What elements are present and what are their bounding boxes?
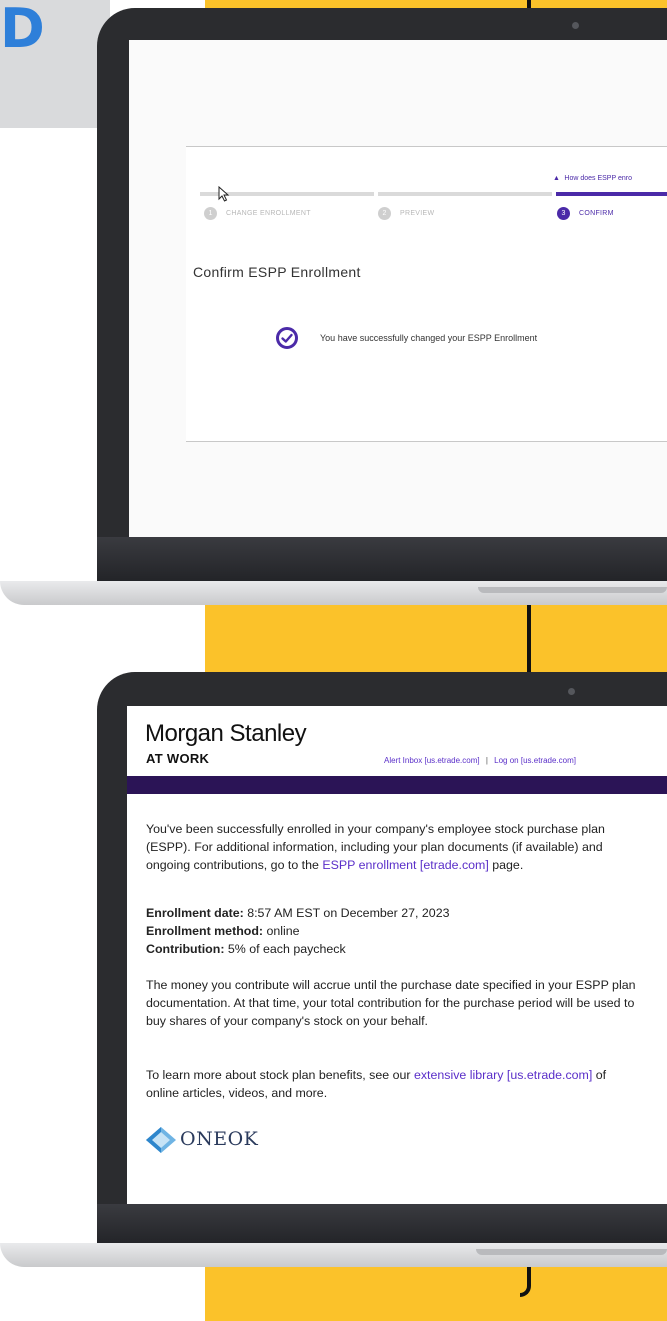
progress-bar-step-3	[556, 192, 667, 196]
mouse-cursor-icon	[218, 186, 230, 202]
step-1-label: CHANGE ENROLLMENT	[226, 210, 311, 217]
graduation-cap-icon: ▲	[553, 175, 560, 182]
step-3-number: 3	[557, 207, 570, 220]
header-link-separator: |	[485, 756, 488, 765]
laptop-base-bottom	[0, 1243, 667, 1267]
header-links: Alert Inbox [us.etrade.com] | Log on [us…	[384, 756, 576, 765]
laptop-chin-bottom	[97, 1204, 667, 1244]
progress-bar-step-2	[378, 192, 552, 196]
company-logo-text: ONEOK	[180, 1128, 259, 1150]
header-band	[127, 776, 667, 794]
espp-enrollment-link[interactable]: ESPP enrollment [etrade.com]	[322, 858, 488, 872]
oneok-diamond-icon	[146, 1127, 176, 1153]
laptop-trackpad-notch	[478, 587, 667, 593]
logon-link[interactable]: Log on [us.etrade.com]	[494, 756, 576, 765]
brand-subtitle: AT WORK	[146, 751, 210, 766]
success-message: You have successfully changed your ESPP …	[320, 333, 538, 343]
laptop-trackpad-notch	[476, 1249, 667, 1255]
camera-icon	[572, 22, 579, 29]
laptop-chin-top	[97, 537, 667, 581]
laptop-base-top	[0, 581, 667, 605]
step-2-label: PREVIEW	[400, 210, 435, 217]
contribution-row: Contribution: 5% of each paycheck	[146, 942, 346, 956]
library-paragraph: To learn more about stock plan benefits,…	[146, 1068, 607, 1100]
yellow-background-middle	[205, 604, 667, 674]
check-circle-icon	[276, 327, 298, 349]
alert-inbox-link[interactable]: Alert Inbox [us.etrade.com]	[384, 756, 480, 765]
company-logo: ONEOK	[146, 1126, 306, 1156]
enrollment-details: Enrollment date: 8:57 AM EST on December…	[146, 904, 646, 958]
email-screen: Morgan Stanley AT WORK Alert Inbox [us.e…	[127, 706, 667, 1204]
enrollment-date-row: Enrollment date: 8:57 AM EST on December…	[146, 906, 450, 920]
enrollment-method-row: Enrollment method: online	[146, 924, 300, 938]
help-link[interactable]: ▲ How does ESPP enro	[553, 167, 632, 185]
intro-paragraph: You've been successfully enrolled in you…	[146, 822, 605, 872]
extensive-library-link[interactable]: extensive library [us.etrade.com]	[414, 1068, 592, 1082]
page-title: Confirm ESPP Enrollment	[193, 264, 361, 280]
step-3-label: CONFIRM	[579, 210, 614, 217]
step-1-number: 1	[204, 207, 217, 220]
brand-name: Morgan Stanley	[145, 720, 307, 747]
camera-icon	[568, 688, 575, 695]
connector-line-middle	[527, 604, 531, 672]
confirm-enrollment-card: ▲ How does ESPP enro 1 CHANGE ENROLLMENT…	[186, 146, 667, 442]
step-2-number: 2	[378, 207, 391, 220]
accrual-paragraph: The money you contribute will accrue unt…	[146, 978, 636, 1028]
step-letter-badge: D	[0, 0, 45, 60]
